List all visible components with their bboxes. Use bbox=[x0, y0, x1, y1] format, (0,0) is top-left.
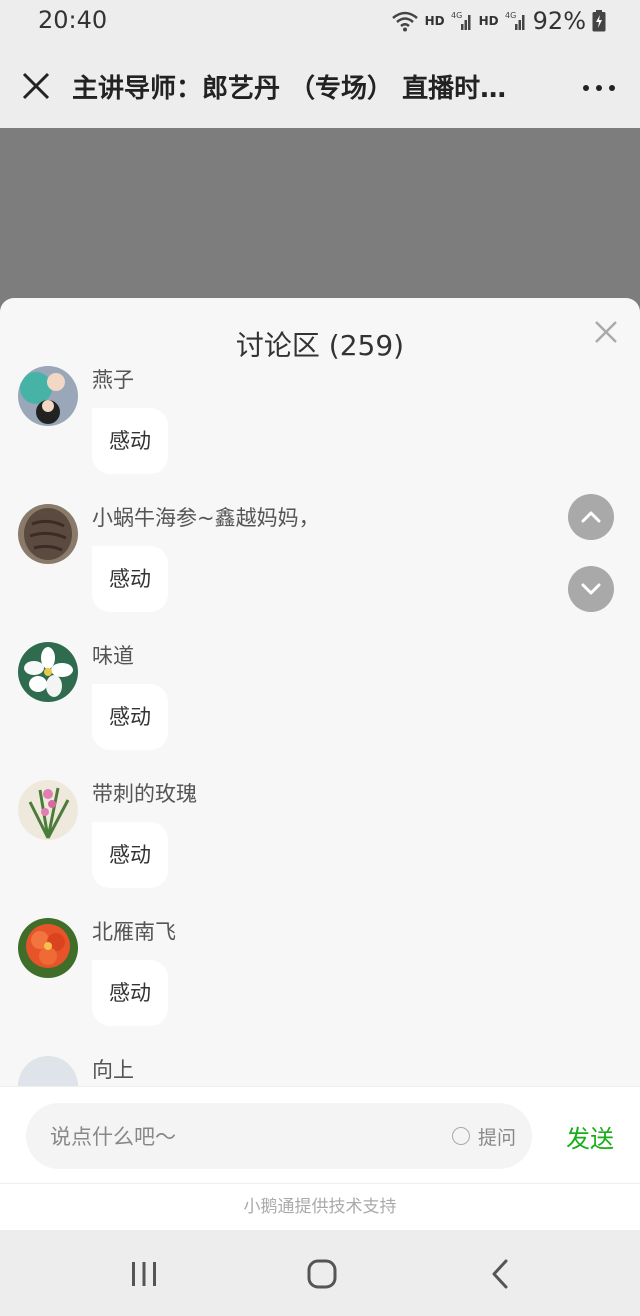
message-bubble: 感动 bbox=[92, 960, 168, 1026]
avatar[interactable] bbox=[18, 780, 78, 840]
username: 北雁南飞 bbox=[92, 920, 176, 944]
username: 向上 bbox=[92, 1058, 134, 1082]
comment-input-wrapper: 提问 bbox=[26, 1103, 532, 1171]
radio-icon[interactable] bbox=[451, 1127, 470, 1145]
home-icon[interactable] bbox=[302, 1256, 342, 1292]
signal-icon: 4G bbox=[505, 11, 525, 30]
avatar-color bbox=[20, 372, 52, 404]
close-icon[interactable] bbox=[20, 70, 52, 102]
avatar[interactable] bbox=[18, 504, 78, 564]
message-bubble: 感动 bbox=[92, 822, 168, 888]
discussion-title: 讨论区 (259) bbox=[235, 329, 405, 362]
list-item: 味道 感动 bbox=[18, 640, 618, 778]
send-button[interactable]: 发送 bbox=[566, 1119, 614, 1154]
battery-percent: 92% bbox=[532, 7, 586, 35]
network-type-2: HD bbox=[478, 14, 499, 28]
chevron-down-icon bbox=[581, 583, 601, 595]
svg-text:4G: 4G bbox=[505, 11, 516, 20]
recent-apps-icon[interactable] bbox=[124, 1256, 164, 1292]
list-item: 向上 bbox=[18, 1054, 618, 1086]
username: 燕子 bbox=[92, 368, 134, 392]
battery-icon bbox=[592, 10, 606, 32]
message-list[interactable]: 燕子 感动 小蜗牛海参~鑫越妈妈， 感动 味道 感动 带刺的玫瑰 感动 北雁南飞… bbox=[0, 364, 640, 1086]
chevron-up-icon bbox=[581, 511, 601, 523]
scroll-down-button[interactable] bbox=[568, 566, 614, 612]
back-icon[interactable] bbox=[482, 1256, 522, 1292]
list-item: 小蜗牛海参~鑫越妈妈， 感动 bbox=[18, 502, 618, 640]
username: 小蜗牛海参~鑫越妈妈， bbox=[92, 506, 320, 530]
scroll-up-button[interactable] bbox=[568, 494, 614, 540]
network-type-1: HD bbox=[424, 14, 445, 28]
ask-question-toggle[interactable]: 提问 bbox=[451, 1103, 516, 1169]
list-item: 北雁南飞 感动 bbox=[18, 916, 618, 1054]
status-time: 20:40 bbox=[38, 6, 108, 34]
signal-icon: 4G bbox=[451, 11, 471, 30]
more-icon[interactable] bbox=[582, 84, 616, 92]
close-icon[interactable] bbox=[594, 320, 618, 344]
message-bubble: 感动 bbox=[92, 684, 168, 750]
ask-question-label: 提问 bbox=[477, 1126, 516, 1149]
avatar[interactable] bbox=[18, 366, 78, 426]
avatar-color bbox=[18, 1056, 78, 1086]
list-item: 带刺的玫瑰 感动 bbox=[18, 778, 618, 916]
message-bubble: 感动 bbox=[92, 408, 168, 474]
wifi-icon bbox=[391, 11, 418, 32]
avatar[interactable] bbox=[18, 1056, 78, 1086]
status-bar: 20:40 HD 4G HD 4G 92% bbox=[0, 0, 640, 44]
avatar[interactable] bbox=[18, 918, 78, 978]
status-indicators: HD 4G HD 4G 92% bbox=[391, 6, 606, 36]
message-bubble: 感动 bbox=[92, 546, 168, 612]
tech-support-footer: 小鹅通提供技术支持 bbox=[0, 1183, 640, 1231]
page-title: 主讲导师：郎艺丹 （专场） 直播时… bbox=[72, 74, 507, 104]
title-bar: 主讲导师：郎艺丹 （专场） 直播时… bbox=[0, 44, 640, 128]
username: 味道 bbox=[92, 644, 134, 668]
avatar[interactable] bbox=[18, 642, 78, 702]
comment-input-bar: 提问 发送 bbox=[0, 1086, 640, 1183]
comment-input[interactable] bbox=[48, 1103, 432, 1171]
list-item: 燕子 感动 bbox=[18, 364, 618, 502]
system-nav-bar bbox=[0, 1230, 640, 1316]
username: 带刺的玫瑰 bbox=[92, 782, 197, 806]
svg-text:4G: 4G bbox=[451, 11, 462, 20]
